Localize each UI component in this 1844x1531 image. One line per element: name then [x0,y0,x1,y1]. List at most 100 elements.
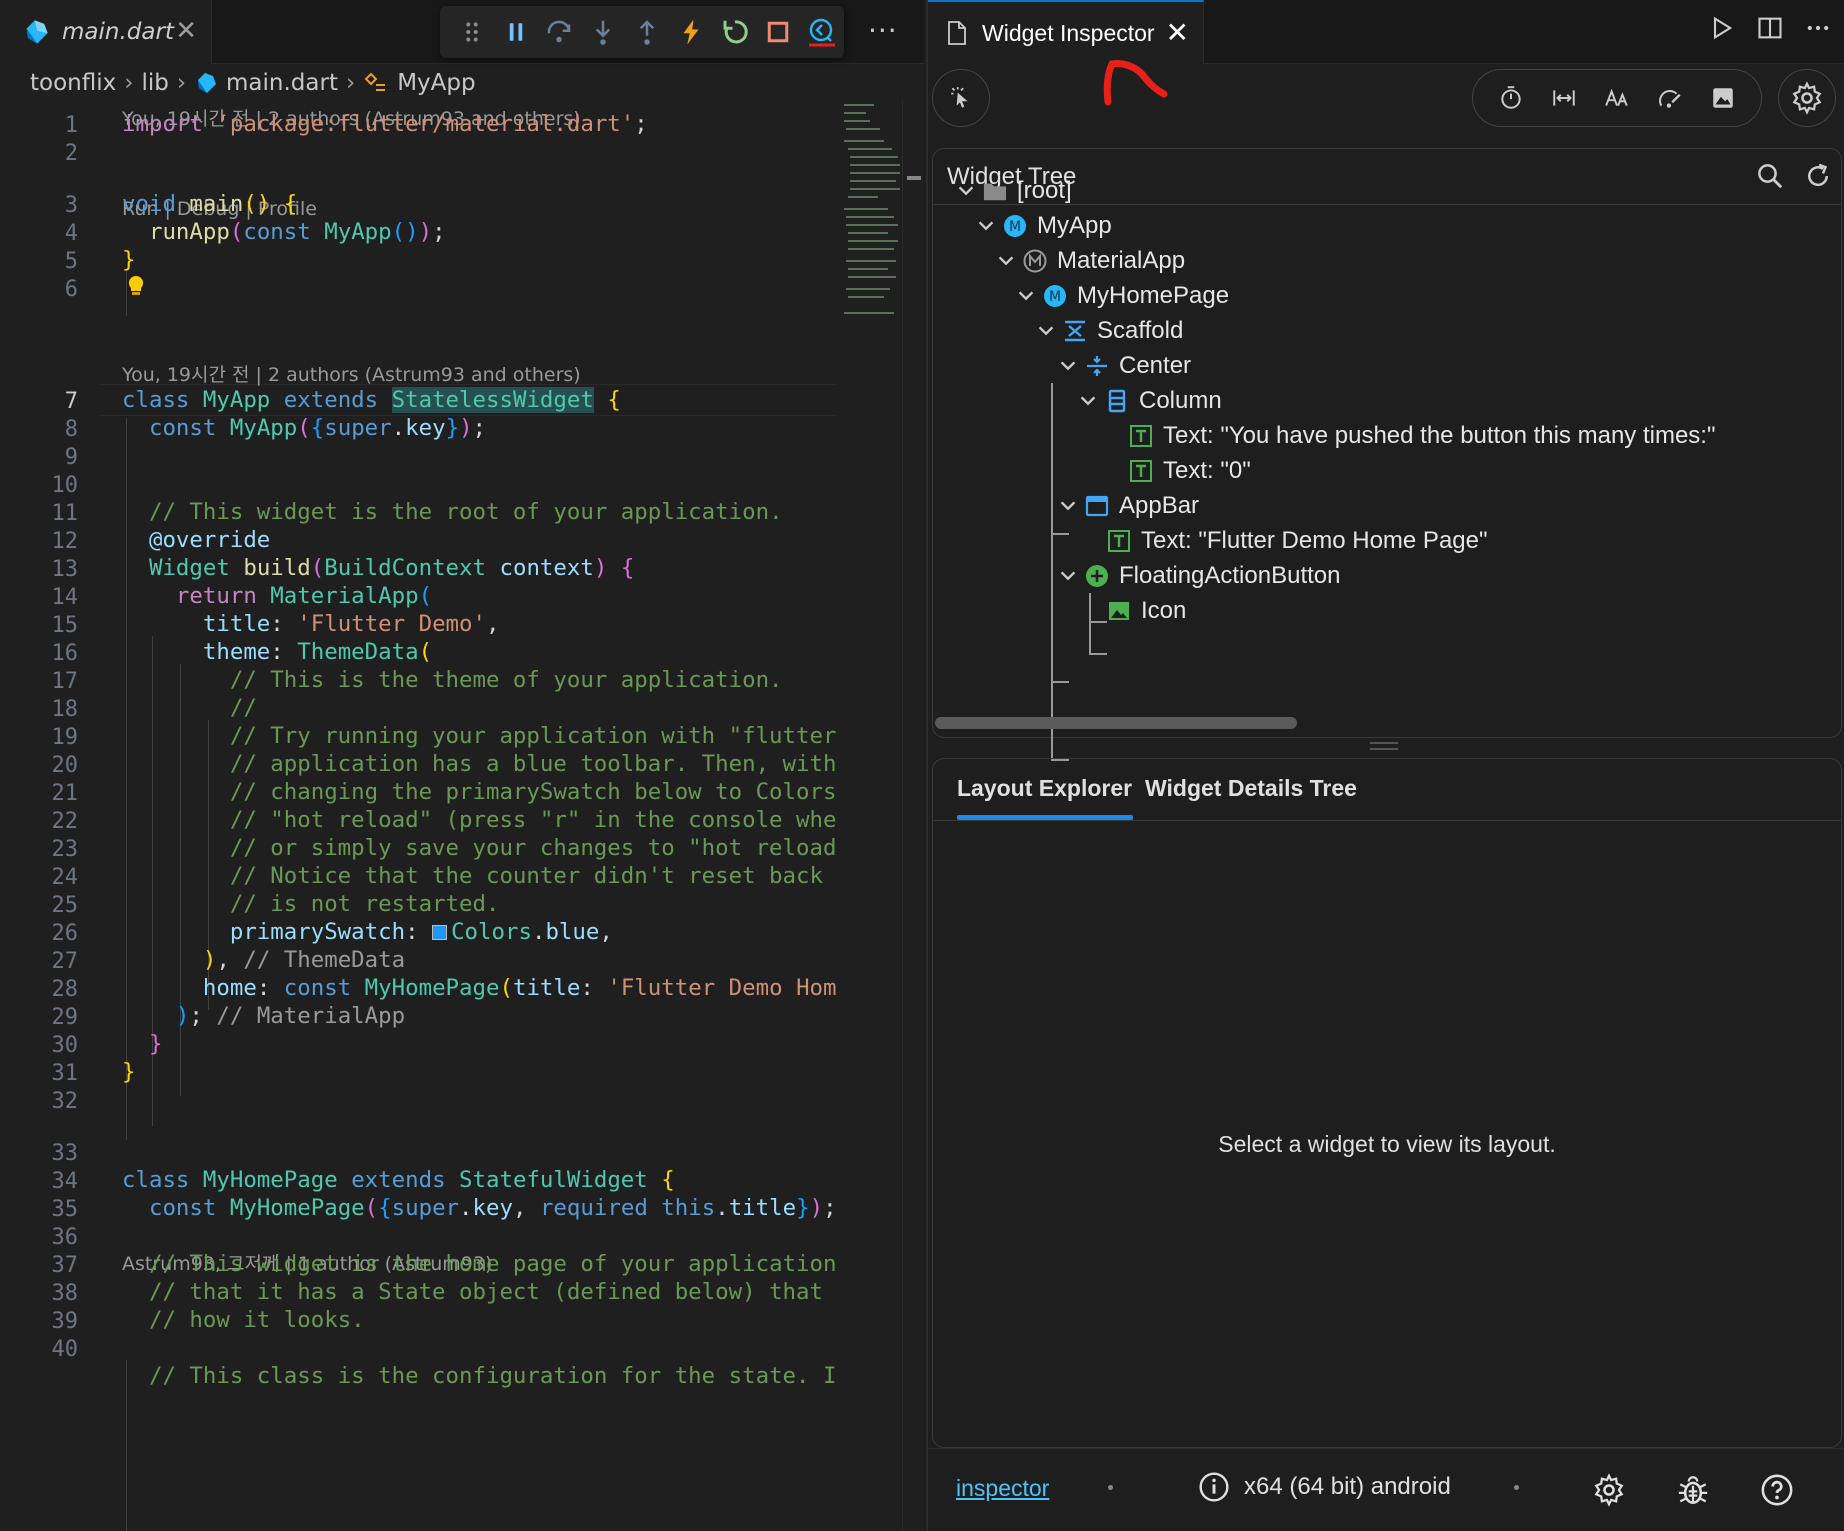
line-number: 30 [51,1033,79,1058]
tree-node-column[interactable]: Column [1077,384,1222,418]
tab-title: Widget Inspector [982,19,1155,46]
code-line: } [122,247,136,273]
hot-reload-icon[interactable] [669,10,713,54]
tab-widget-inspector[interactable]: Widget Inspector ✕ [928,0,1204,64]
tree-node-center[interactable]: Center [1057,349,1191,383]
code-line: ), // ThemeData [202,947,406,973]
close-icon[interactable]: ✕ [1166,16,1189,49]
breadcrumb: toonflix › lib › main.dart › MyApp [30,66,476,100]
chevron-down-icon[interactable] [1057,355,1079,377]
debug-toolbar [440,6,844,58]
more-actions-icon[interactable]: ··· [868,14,898,47]
stopwatch-icon[interactable] [1498,85,1524,111]
tab-widget-details-tree[interactable]: Widget Details Tree [1145,775,1357,802]
invert-images-icon[interactable] [1710,85,1736,111]
device-info: x64 (64 bit) android [1198,1471,1451,1503]
code-area[interactable]: You, 19시간 전 | 2 authors (Astrum93 and ot… [0,100,836,1531]
pause-icon[interactable] [494,10,538,54]
tree-node-icon[interactable]: Icon [1107,594,1186,628]
chevron-down-icon[interactable] [975,215,997,237]
select-widget-mode-button[interactable] [932,69,990,127]
tree-node-myhomepage[interactable]: M MyHomePage [1015,279,1229,313]
bug-icon[interactable] [1676,1473,1710,1507]
code-comment: // changing the primarySwatch below to C… [229,779,836,805]
tree-node-text[interactable]: Text: "You have pushed the button this m… [1129,419,1715,453]
split-editor-icon[interactable] [1756,14,1784,42]
code-line: theme: ThemeData( [202,639,433,665]
breadcrumb-file[interactable]: main.dart [226,70,338,96]
repaint-rainbow-icon[interactable] [1657,85,1683,111]
search-icon[interactable] [1755,161,1785,191]
appbar-icon [1085,494,1109,518]
code-line: } [148,1031,163,1057]
tree-node-appbar[interactable]: AppBar [1057,489,1199,523]
horizontal-scrollbar[interactable] [935,717,1297,729]
tree-node-fab[interactable]: FloatingActionButton [1057,559,1340,593]
tree-node-label: Text: "0" [1163,457,1251,484]
widget-inspector-panel: Widget Inspector ✕ Widget Tree [root] M … [926,0,1844,1531]
step-out-icon[interactable] [625,10,669,54]
tree-node-materialapp[interactable]: MaterialApp [995,244,1185,278]
tree-node-scaffold[interactable]: Scaffold [1035,314,1183,348]
chevron-down-icon[interactable] [1057,565,1079,587]
chevron-down-icon[interactable] [1057,495,1079,517]
text-size-icon[interactable] [1604,85,1630,111]
breadcrumb-class[interactable]: MyApp [397,70,475,96]
editor-scrollbar[interactable] [902,100,924,1531]
code-lens-authors[interactable]: You, 19시간 전 | 2 authors (Astrum93 and ot… [122,360,581,387]
inspector-tab-bar: Widget Inspector ✕ [928,0,1844,64]
tab-layout-explorer[interactable]: Layout Explorer [957,775,1132,802]
line-number: 16 [51,641,79,666]
widget-inspector-icon[interactable] [800,10,844,54]
line-number: 36 [51,1225,79,1250]
line-number: 9 [64,445,78,470]
drag-handle-icon[interactable] [450,10,494,54]
code-comment: // how it looks. [148,1307,365,1333]
inspector-toolbar [928,64,1844,156]
chevron-down-icon[interactable] [1077,390,1099,412]
tab-main-dart[interactable]: main.dart ✕ [0,0,212,64]
line-number: 24 [51,865,79,890]
inspector-link[interactable]: inspector [956,1475,1049,1502]
chevron-right-icon: › [345,70,356,96]
panel-splitter[interactable] [1370,742,1398,750]
code-comment: // [229,695,257,721]
m-icon: M [1043,284,1067,308]
stop-icon[interactable] [756,10,800,54]
chevron-down-icon[interactable] [995,250,1017,272]
chevron-down-icon[interactable] [1035,320,1057,342]
code-comment: // that it has a State object (defined b… [148,1279,823,1305]
tree-node-text[interactable]: Text: "Flutter Demo Home Page" [1107,524,1488,558]
chevron-down-icon[interactable] [955,180,977,202]
breadcrumb-lib[interactable]: lib [141,70,168,96]
help-icon[interactable] [1760,1473,1794,1507]
inspector-settings-button[interactable] [1778,69,1836,127]
gear-icon[interactable] [1592,1473,1626,1507]
minimap[interactable] [842,100,904,330]
hot-restart-icon[interactable] [713,10,757,54]
tab-close-icon[interactable]: ✕ [175,16,197,46]
line-number: 26 [51,921,79,946]
more-icon[interactable] [1804,14,1832,42]
code-line: return MaterialApp( [175,583,433,609]
tree-node-myapp[interactable]: M MyApp [975,209,1112,243]
baselines-icon[interactable] [1551,85,1577,111]
tree-node-root[interactable]: [root] [955,174,1072,208]
step-into-icon[interactable] [581,10,625,54]
run-icon[interactable] [1708,14,1736,42]
line-number: 10 [51,473,79,498]
breadcrumb-folder[interactable]: toonflix [30,70,116,96]
separator-dot [1108,1485,1113,1490]
lightbulb-icon[interactable] [126,274,146,298]
code-comment: // Notice that the counter didn't reset … [229,863,823,889]
line-number: 27 [51,949,79,974]
info-icon[interactable] [1198,1471,1230,1503]
color-swatch[interactable] [432,925,448,940]
code-line: const MyHomePage({super.key, required th… [148,1195,836,1221]
chevron-down-icon[interactable] [1015,285,1037,307]
line-number: 8 [64,417,78,442]
line-number: 38 [51,1281,79,1306]
step-over-icon[interactable] [538,10,582,54]
tree-node-text[interactable]: Text: "0" [1129,454,1251,488]
refresh-icon[interactable] [1803,161,1833,191]
